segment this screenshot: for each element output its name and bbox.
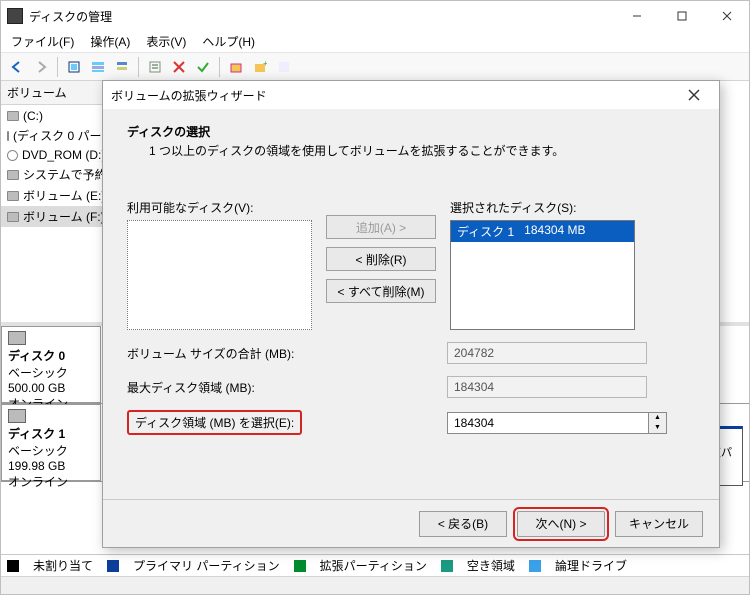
add-button[interactable]: 追加(A) > bbox=[326, 215, 436, 239]
legend: 未割り当て プライマリ パーティション 拡張パーティション 空き領域 論理ドライ… bbox=[1, 554, 749, 576]
cancel-button[interactable]: キャンセル bbox=[615, 511, 703, 537]
select-size-label: ディスク領域 (MB) を選択(E): bbox=[127, 410, 302, 435]
toolbar: + bbox=[1, 53, 749, 81]
drive-icon bbox=[7, 191, 19, 201]
table-view-icon[interactable] bbox=[86, 55, 110, 79]
dialog-footer: < 戻る(B) 次へ(N) > キャンセル bbox=[103, 499, 719, 547]
drive-icon bbox=[7, 212, 19, 222]
selected-disks-label: 選択されたディスク(S): bbox=[450, 199, 635, 216]
swatch-extended bbox=[294, 560, 306, 572]
properties-icon[interactable] bbox=[143, 55, 167, 79]
total-size-value: 204782 bbox=[447, 342, 647, 364]
disk-icon bbox=[8, 409, 26, 423]
dialog-body: ディスクの選択 1 つ以上のディスクの領域を使用してボリュームを拡張することがで… bbox=[103, 109, 719, 499]
back-button[interactable]: < 戻る(B) bbox=[419, 511, 507, 537]
menu-file[interactable]: ファイル(F) bbox=[3, 31, 82, 52]
remove-all-button[interactable]: < すべて削除(M) bbox=[326, 279, 436, 303]
remove-button[interactable]: < 削除(R) bbox=[326, 247, 436, 271]
dvd-icon bbox=[7, 150, 18, 161]
svg-text:+: + bbox=[263, 60, 267, 68]
total-size-label: ボリューム サイズの合計 (MB): bbox=[127, 345, 447, 362]
refresh-icon[interactable] bbox=[62, 55, 86, 79]
forward-icon[interactable] bbox=[29, 55, 53, 79]
swatch-unallocated bbox=[7, 560, 19, 572]
app-icon bbox=[7, 8, 23, 24]
disk-info: ディスク 0 ベーシック 500.00 GB オンライン bbox=[1, 326, 101, 403]
new-partition-icon[interactable]: + bbox=[248, 55, 272, 79]
menu-view[interactable]: 表示(V) bbox=[138, 31, 194, 52]
maximize-button[interactable] bbox=[659, 1, 704, 31]
spin-down-icon[interactable]: ▼ bbox=[649, 423, 666, 433]
max-size-value: 184304 bbox=[447, 376, 647, 398]
minimize-button[interactable] bbox=[614, 1, 659, 31]
selected-disks-list[interactable]: ディスク 1 184304 MB bbox=[450, 220, 635, 330]
menubar: ファイル(F) 操作(A) 表示(V) ヘルプ(H) bbox=[1, 31, 749, 53]
delete-icon[interactable] bbox=[167, 55, 191, 79]
menu-help[interactable]: ヘルプ(H) bbox=[194, 31, 263, 52]
drive-icon bbox=[7, 131, 9, 141]
drive-icon bbox=[7, 170, 19, 180]
drive-icon bbox=[7, 111, 19, 121]
dialog-title: ボリュームの拡張ウィザード bbox=[111, 87, 677, 104]
check-icon[interactable] bbox=[191, 55, 215, 79]
swatch-free bbox=[441, 560, 453, 572]
extend-volume-wizard: ボリュームの拡張ウィザード ディスクの選択 1 つ以上のディスクの領域を使用して… bbox=[102, 80, 720, 548]
swatch-primary bbox=[107, 560, 119, 572]
next-button[interactable]: 次へ(N) > bbox=[517, 511, 605, 537]
statusbar bbox=[1, 576, 749, 594]
swatch-logical bbox=[529, 560, 541, 572]
select-size-input[interactable] bbox=[447, 412, 649, 434]
window-title: ディスクの管理 bbox=[29, 8, 614, 25]
new-folder-icon[interactable] bbox=[224, 55, 248, 79]
menu-action[interactable]: 操作(A) bbox=[82, 31, 138, 52]
help-icon[interactable] bbox=[272, 55, 296, 79]
available-disks-label: 利用可能なディスク(V): bbox=[127, 199, 312, 216]
select-size-spinner[interactable]: ▲ ▼ bbox=[447, 412, 667, 434]
selected-disk-row[interactable]: ディスク 1 184304 MB bbox=[451, 221, 634, 242]
wizard-subtext: 1 つ以上のディスクの領域を使用してボリュームを拡張することができます。 bbox=[149, 142, 695, 159]
max-size-label: 最大ディスク領域 (MB): bbox=[127, 379, 447, 396]
disk-icon bbox=[8, 331, 26, 345]
spin-up-icon[interactable]: ▲ bbox=[649, 413, 666, 423]
back-icon[interactable] bbox=[5, 55, 29, 79]
settings-icon[interactable] bbox=[110, 55, 134, 79]
dialog-titlebar: ボリュームの拡張ウィザード bbox=[103, 81, 719, 109]
available-disks-list[interactable] bbox=[127, 220, 312, 330]
dialog-close-button[interactable] bbox=[677, 83, 711, 107]
close-button[interactable] bbox=[704, 1, 749, 31]
wizard-heading: ディスクの選択 bbox=[127, 123, 695, 140]
titlebar: ディスクの管理 bbox=[1, 1, 749, 31]
disk-info: ディスク 1 ベーシック 199.98 GB オンライン bbox=[1, 404, 101, 481]
